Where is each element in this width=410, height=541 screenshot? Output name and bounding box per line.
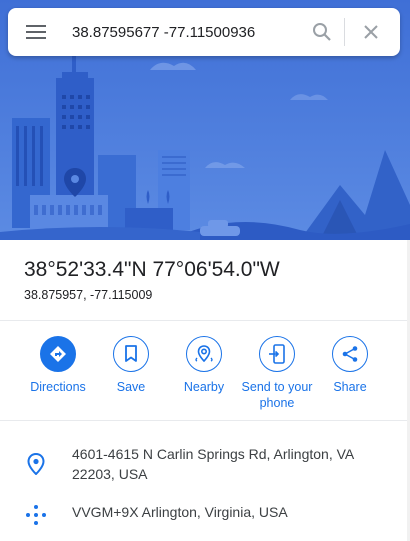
plus-code-icon (24, 503, 48, 527)
share-button[interactable]: Share (305, 336, 395, 395)
divider (0, 420, 410, 421)
directions-icon (50, 346, 66, 362)
search-icon (313, 23, 331, 41)
close-button[interactable] (345, 8, 397, 56)
address-row[interactable]: 4601-4615 N Carlin Springs Rd, Arlington… (0, 444, 410, 488)
plus-code-row[interactable]: VVGM+9X Arlington, Virginia, USA (0, 502, 410, 530)
share-label: Share (333, 380, 367, 394)
divider (0, 320, 410, 321)
send-to-phone-icon (269, 344, 285, 364)
hamburger-menu-icon (26, 25, 46, 39)
address-text: 4601-4615 N Carlin Springs Rd, Arlington… (72, 446, 354, 482)
location-pin-icon (24, 452, 48, 476)
plus-code-text: VVGM+9X Arlington, Virginia, USA (72, 504, 288, 520)
close-icon (364, 25, 378, 39)
search-input[interactable] (64, 12, 300, 52)
search-button[interactable] (300, 8, 344, 56)
nearby-icon (195, 345, 213, 363)
share-icon (342, 346, 358, 362)
action-buttons: Directions Save Nearby Send to your phon… (0, 336, 410, 412)
bookmark-icon (125, 345, 137, 362)
search-box (8, 8, 400, 56)
menu-button[interactable] (8, 8, 64, 56)
place-coordinates: 38.875957, -77.115009 (24, 288, 153, 302)
place-header: 38°52'33.4"N 77°06'54.0"W 38.875957, -77… (0, 240, 410, 320)
place-title: 38°52'33.4"N 77°06'54.0"W (24, 258, 280, 281)
